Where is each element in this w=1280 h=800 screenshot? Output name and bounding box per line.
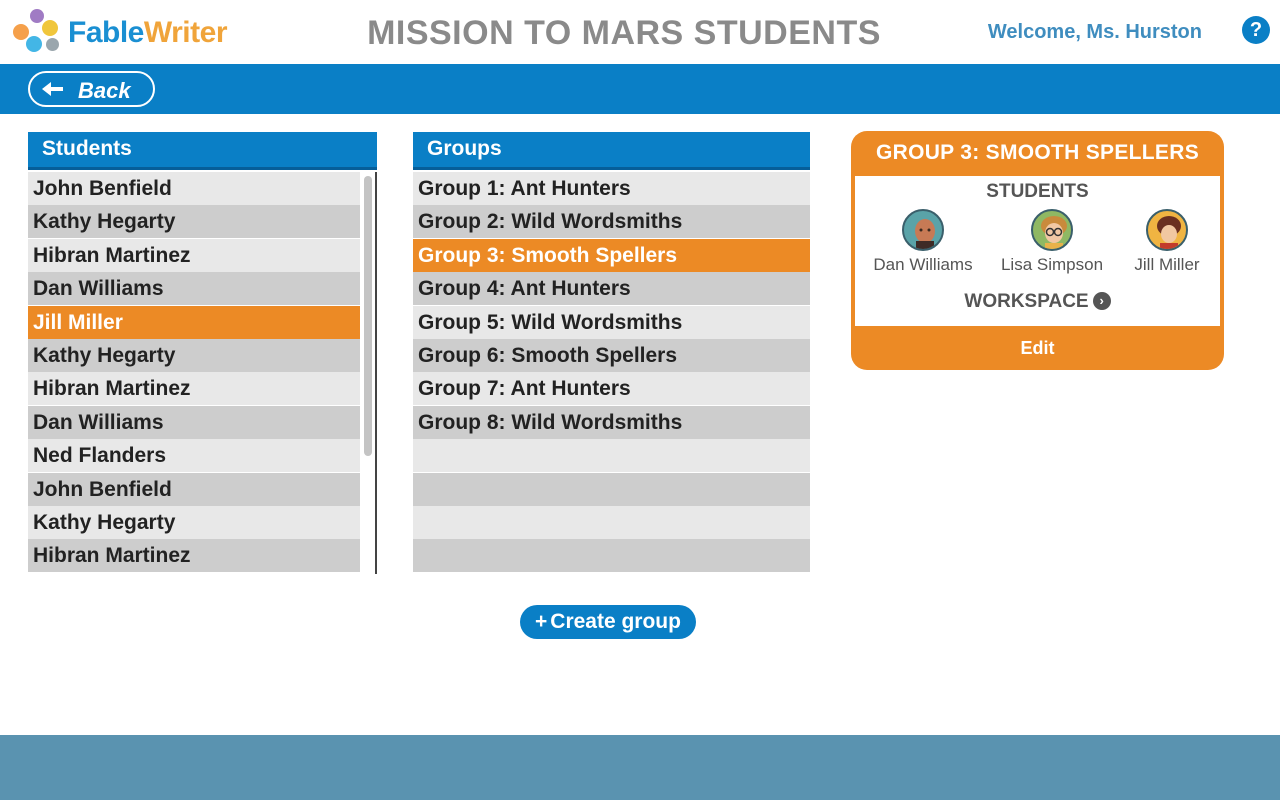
group-row[interactable]: Group 8: Wild Wordsmiths <box>413 405 810 439</box>
girl-avatar-icon <box>1146 209 1188 251</box>
boy-avatar-icon <box>902 209 944 251</box>
group-member[interactable]: Dan Williams <box>863 209 983 275</box>
create-group-label: Create group <box>550 610 681 633</box>
groups-list: Group 1: Ant Hunters Group 2: Wild Wordsm… <box>413 172 810 580</box>
arrow-left-icon <box>42 82 63 96</box>
group-row[interactable]: Group 4: Ant Hunters <box>413 272 810 306</box>
back-button-label: Back <box>78 78 131 103</box>
student-row[interactable]: Kathy Hegarty <box>28 339 360 372</box>
student-row[interactable]: John Benfield <box>28 472 360 506</box>
member-name: Jill Miller <box>1134 255 1200 274</box>
student-row[interactable]: Dan Williams <box>28 405 360 439</box>
group-students-label: STUDENTS <box>986 181 1089 202</box>
group-row <box>413 506 810 539</box>
group-row[interactable]: Group 1: Ant Hunters <box>413 172 810 205</box>
students-list: John Benfield Kathy Hegarty Hibran Martine… <box>28 172 360 574</box>
group-row <box>413 439 810 473</box>
help-button[interactable]: ? <box>1242 16 1270 44</box>
student-row[interactable]: Kathy Hegarty <box>28 506 360 539</box>
app-header: FableWriter MISSION TO MARS STUDENTS Wel… <box>0 0 1280 64</box>
workspace-link[interactable]: WORKSPACE › <box>855 291 1220 313</box>
group-row[interactable]: Group 7: Ant Hunters <box>413 372 810 406</box>
group-row-selected[interactable]: Group 3: Smooth Spellers <box>413 238 810 272</box>
group-row[interactable]: Group 2: Wild Wordsmiths <box>413 205 810 239</box>
group-row <box>413 472 810 506</box>
nav-bar: Back <box>0 64 1280 114</box>
group-row[interactable]: Group 5: Wild Wordsmiths <box>413 305 810 339</box>
edit-group-button[interactable]: Edit <box>851 338 1224 359</box>
student-row[interactable]: Dan Williams <box>28 272 360 306</box>
workspace-label: WORKSPACE <box>964 291 1089 312</box>
back-button[interactable]: Back <box>28 71 155 107</box>
group-member[interactable]: Lisa Simpson <box>992 209 1112 275</box>
students-heading: Students <box>28 132 377 170</box>
group-member[interactable]: Jill Miller <box>1107 209 1227 275</box>
student-row[interactable]: Ned Flanders <box>28 439 360 473</box>
student-row[interactable]: Kathy Hegarty <box>28 205 360 239</box>
student-row-selected[interactable]: Jill Miller <box>28 305 360 339</box>
welcome-message: Welcome, Ms. Hurston <box>987 21 1202 43</box>
student-row[interactable]: John Benfield <box>28 172 360 205</box>
student-row[interactable]: Hibran Martinez <box>28 238 360 272</box>
footer-bar <box>0 735 1280 800</box>
student-row[interactable]: Hibran Martinez <box>28 372 360 406</box>
member-name: Dan Williams <box>873 255 973 274</box>
group-row[interactable]: Group 6: Smooth Spellers <box>413 339 810 372</box>
create-group-button[interactable]: + Create group <box>520 605 696 639</box>
group-detail-card: GROUP 3: SMOOTH SPELLERS STUDENTS Dan Wi… <box>851 131 1224 370</box>
group-row <box>413 539 810 573</box>
group-card-body: STUDENTS Dan Williams Lisa Simpson Jill … <box>855 176 1220 326</box>
group-card-title: GROUP 3: SMOOTH SPELLERS <box>875 141 1200 164</box>
student-row[interactable]: Hibran Martinez <box>28 539 360 573</box>
plus-icon: + <box>535 610 548 633</box>
chevron-right-icon: › <box>1092 292 1111 310</box>
member-name: Lisa Simpson <box>1000 255 1104 274</box>
students-scrollbar[interactable] <box>360 172 377 574</box>
students-scrollbar-thumb[interactable] <box>364 176 372 456</box>
girl-glasses-avatar-icon <box>1031 209 1073 251</box>
groups-heading: Groups <box>413 132 810 170</box>
